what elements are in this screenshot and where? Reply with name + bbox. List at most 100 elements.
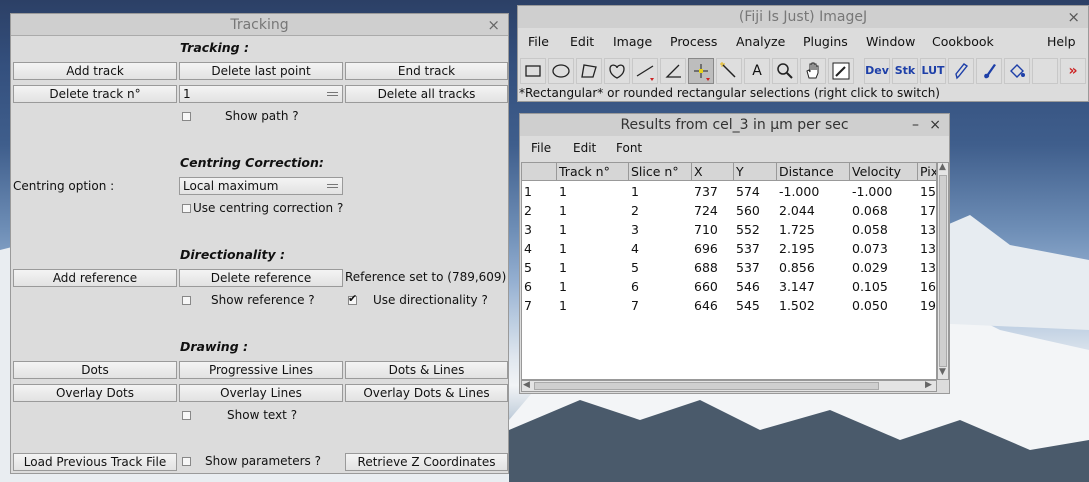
column-header-x[interactable]: X xyxy=(692,163,734,181)
magnifier-icon[interactable] xyxy=(772,58,798,84)
retrieve-z-coordinates-button[interactable]: Retrieve Z Coordinates xyxy=(345,453,508,471)
cell-velocity: 0.073 xyxy=(852,241,888,256)
menu-help[interactable]: Help xyxy=(1047,34,1076,49)
scroll-down-icon[interactable]: ▼ xyxy=(939,367,946,377)
add-track-button[interactable]: Add track xyxy=(13,62,177,80)
delete-last-point-button[interactable]: Delete last point xyxy=(179,62,343,80)
cell-index: 2 xyxy=(524,203,532,218)
flood-fill-icon[interactable] xyxy=(1004,58,1030,84)
brush-icon[interactable] xyxy=(976,58,1002,84)
pencil-icon[interactable] xyxy=(948,58,974,84)
results-table[interactable]: Track n° Slice n° X Y Distance Velocity … xyxy=(521,162,937,380)
dots-lines-button[interactable]: Dots & Lines xyxy=(345,361,508,379)
results-menubar: File Edit Font xyxy=(520,141,949,159)
progressive-lines-button[interactable]: Progressive Lines xyxy=(179,361,343,379)
results-menu-edit[interactable]: Edit xyxy=(573,141,596,155)
color-picker-icon[interactable] xyxy=(828,58,854,84)
close-icon[interactable]: × xyxy=(1067,6,1080,28)
show-parameters-label: Show parameters ? xyxy=(205,454,321,468)
menu-analyze[interactable]: Analyze xyxy=(736,34,785,49)
show-parameters-checkbox[interactable] xyxy=(182,457,191,466)
table-row[interactable]: 5 1 5 688 537 0.856 0.029 13 xyxy=(522,258,936,277)
scroll-left-icon[interactable]: ◀ xyxy=(523,380,530,390)
results-title: Results from cel_3 in µm per sec xyxy=(620,117,849,133)
menu-plugins[interactable]: Plugins xyxy=(803,34,848,49)
angle-tool-icon[interactable] xyxy=(660,58,686,84)
dev-menu-icon[interactable]: Dev xyxy=(864,58,890,84)
results-menu-file[interactable]: File xyxy=(531,141,551,155)
results-titlebar[interactable]: Results from cel_3 in µm per sec – × xyxy=(520,114,949,136)
show-path-checkbox[interactable] xyxy=(182,112,191,121)
close-icon[interactable]: × xyxy=(487,14,500,36)
column-header-track[interactable]: Track n° xyxy=(557,163,629,181)
menu-process[interactable]: Process xyxy=(670,34,717,49)
text-tool-icon[interactable]: A xyxy=(744,58,770,84)
column-header-y[interactable]: Y xyxy=(734,163,777,181)
vertical-scrollbar[interactable]: ▲ ▼ xyxy=(937,162,949,380)
delete-track-n-button[interactable]: Delete track n° xyxy=(13,85,177,103)
overlay-lines-button[interactable]: Overlay Lines xyxy=(179,384,343,402)
column-header-distance[interactable]: Distance xyxy=(777,163,850,181)
stk-menu-icon[interactable]: Stk xyxy=(892,58,918,84)
tracking-titlebar[interactable]: Tracking × xyxy=(11,14,508,36)
show-reference-checkbox[interactable] xyxy=(182,296,191,305)
use-centring-correction-checkbox[interactable] xyxy=(182,204,191,213)
scroll-right-icon[interactable]: ▶ xyxy=(925,380,932,390)
lut-menu-icon[interactable]: LUT xyxy=(920,58,946,84)
dropdown-icon xyxy=(327,184,338,188)
tracking-title: Tracking xyxy=(230,17,289,33)
imagej-titlebar[interactable]: (Fiji Is Just) ImageJ × xyxy=(518,6,1088,28)
close-icon[interactable]: × xyxy=(929,114,941,136)
show-reference-label: Show reference ? xyxy=(211,293,315,307)
oval-tool-icon[interactable] xyxy=(548,58,574,84)
section-title-centring: Centring Correction: xyxy=(180,155,324,170)
freehand-tool-icon[interactable] xyxy=(604,58,630,84)
delete-all-tracks-button[interactable]: Delete all tracks xyxy=(345,85,508,103)
menu-cookbook[interactable]: Cookbook xyxy=(932,34,994,49)
column-header-pix[interactable]: Pix xyxy=(918,163,936,181)
overlay-dots-button[interactable]: Overlay Dots xyxy=(13,384,177,402)
table-row[interactable]: 2 1 2 724 560 2.044 0.068 17 xyxy=(522,201,936,220)
track-number-select[interactable]: 1 xyxy=(179,85,343,103)
point-tool-icon[interactable] xyxy=(688,58,714,84)
status-bar: *Rectangular* or rounded rectangular sel… xyxy=(519,86,940,100)
load-previous-track-file-button[interactable]: Load Previous Track File xyxy=(13,453,177,471)
dots-button[interactable]: Dots xyxy=(13,361,177,379)
table-row[interactable]: 4 1 4 696 537 2.195 0.073 13 xyxy=(522,239,936,258)
wand-tool-icon[interactable] xyxy=(716,58,742,84)
show-path-label: Show path ? xyxy=(225,109,299,123)
column-header-index[interactable] xyxy=(522,163,557,181)
table-row[interactable]: 3 1 3 710 552 1.725 0.058 13 xyxy=(522,220,936,239)
hand-tool-icon[interactable] xyxy=(800,58,826,84)
table-row[interactable]: 6 1 6 660 546 3.147 0.105 16 xyxy=(522,277,936,296)
table-row[interactable]: 7 1 7 646 545 1.502 0.050 19 xyxy=(522,296,936,315)
use-directionality-checkbox[interactable] xyxy=(348,292,357,305)
menu-edit[interactable]: Edit xyxy=(570,34,594,49)
show-text-checkbox[interactable] xyxy=(182,411,191,420)
cell-x: 710 xyxy=(694,222,718,237)
more-tools-icon[interactable]: » xyxy=(1060,58,1086,84)
column-header-velocity[interactable]: Velocity xyxy=(850,163,918,181)
centring-option-value: Local maximum xyxy=(183,179,279,193)
results-menu-font[interactable]: Font xyxy=(616,141,642,155)
horizontal-scrollbar[interactable]: ◀ ▶ xyxy=(521,380,937,392)
polygon-tool-icon[interactable] xyxy=(576,58,602,84)
delete-reference-button[interactable]: Delete reference xyxy=(179,269,343,287)
line-tool-icon[interactable] xyxy=(632,58,658,84)
menu-window[interactable]: Window xyxy=(866,34,915,49)
table-row[interactable]: 1 1 1 737 574 -1.000 -1.000 15 xyxy=(522,182,936,201)
column-header-slice[interactable]: Slice n° xyxy=(629,163,692,181)
centring-option-select[interactable]: Local maximum xyxy=(179,177,343,195)
menu-file[interactable]: File xyxy=(528,34,549,49)
overlay-dots-lines-button[interactable]: Overlay Dots & Lines xyxy=(345,384,508,402)
results-window: Results from cel_3 in µm per sec – × Fil… xyxy=(519,113,950,394)
scrollbar-thumb[interactable] xyxy=(939,175,947,367)
rectangle-tool-icon[interactable] xyxy=(520,58,546,84)
scroll-up-icon[interactable]: ▲ xyxy=(939,162,946,172)
add-reference-button[interactable]: Add reference xyxy=(13,269,177,287)
minimize-icon[interactable]: – xyxy=(912,114,919,136)
scrollbar-thumb[interactable] xyxy=(534,382,879,390)
cell-y: 537 xyxy=(736,260,760,275)
end-track-button[interactable]: End track xyxy=(345,62,508,80)
menu-image[interactable]: Image xyxy=(613,34,652,49)
